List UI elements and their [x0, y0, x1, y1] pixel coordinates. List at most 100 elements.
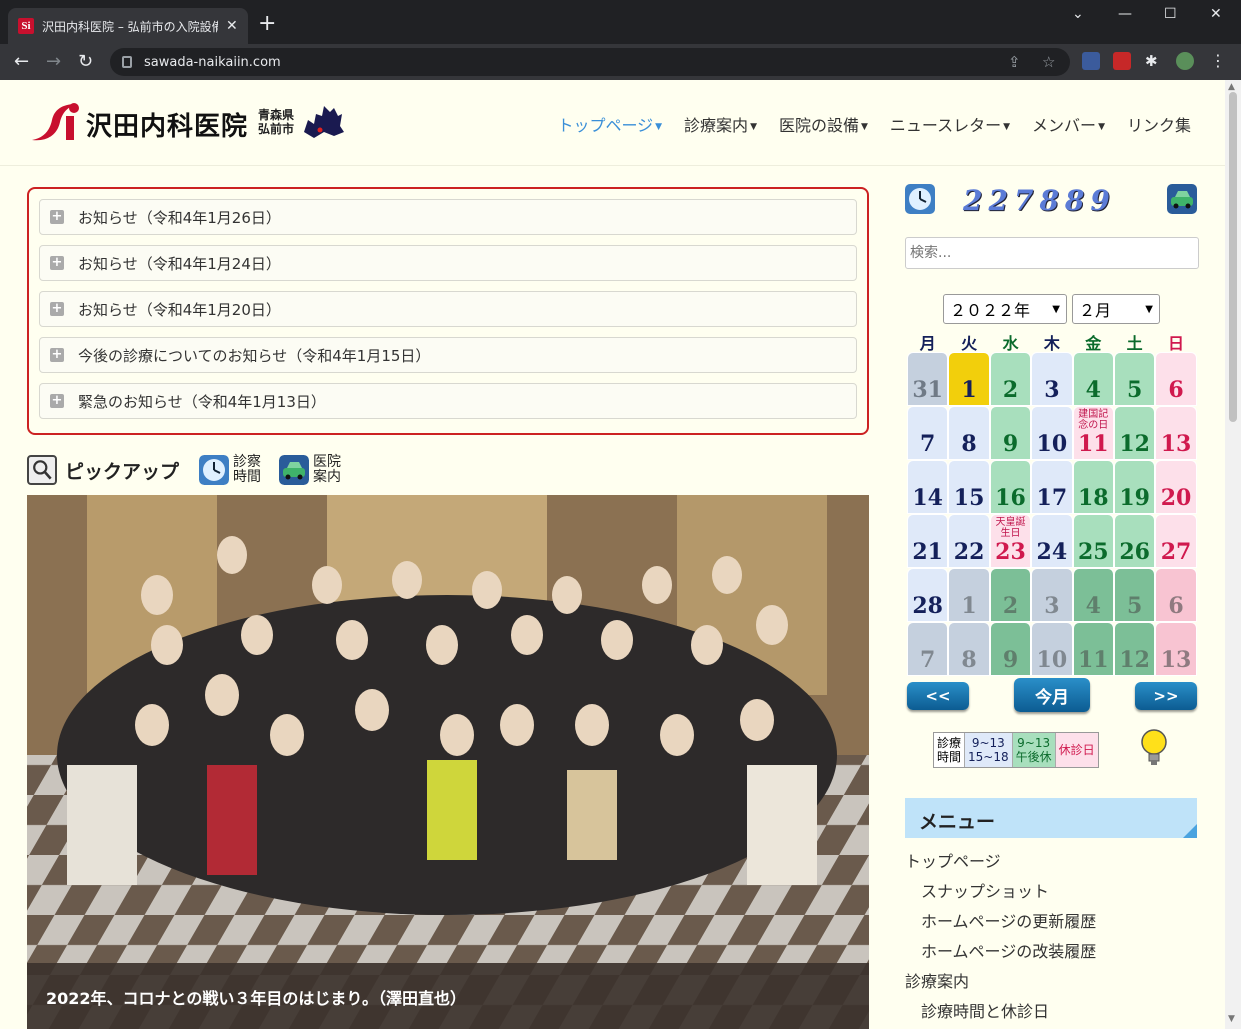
calendar-day[interactable]: 31: [907, 352, 949, 406]
calendar-day[interactable]: 12: [1113, 406, 1156, 460]
menu-item-renovation-history[interactable]: ホームページの改装履歴: [905, 940, 1197, 970]
calendar-day[interactable]: 21: [907, 514, 949, 568]
expand-plus-icon[interactable]: +: [50, 394, 64, 408]
scroll-up-icon[interactable]: ▲: [1228, 82, 1235, 92]
calendar-day[interactable]: 8: [948, 406, 990, 460]
calendar-day[interactable]: 天皇誕生日 23: [989, 514, 1032, 568]
car-icon[interactable]: [1167, 184, 1197, 214]
menu-kebab-icon[interactable]: ⋮: [1210, 52, 1228, 70]
calendar-day[interactable]: 5: [1113, 352, 1156, 406]
nav-newsletter[interactable]: ニュースレター ▼: [890, 112, 1010, 136]
calendar-day[interactable]: 19: [1113, 460, 1156, 514]
calendar-day[interactable]: 15: [948, 460, 990, 514]
forward-arrow-icon[interactable]: →: [46, 50, 61, 74]
pickup-guide-link[interactable]: 医院 案内: [313, 455, 341, 485]
expand-plus-icon[interactable]: +: [50, 210, 64, 224]
minimize-button[interactable]: —: [1118, 6, 1132, 22]
calendar-day[interactable]: 24: [1031, 514, 1073, 568]
nav-facilities[interactable]: 医院の設備 ▼: [779, 112, 868, 136]
notice-item[interactable]: + お知らせ（令和4年1月26日）: [39, 199, 857, 235]
calendar-day[interactable]: 6: [1155, 352, 1197, 406]
clock-icon[interactable]: [905, 184, 935, 214]
calendar-day[interactable]: 28: [907, 568, 949, 622]
calendar-day[interactable]: 27: [1155, 514, 1197, 568]
calendar-day[interactable]: 5: [1113, 568, 1156, 622]
page-scrollbar[interactable]: ▲ ▼: [1225, 80, 1241, 1029]
nav-links[interactable]: リンク集: [1127, 112, 1191, 136]
year-select[interactable]: ２０２２年 ▼: [943, 294, 1067, 324]
nav-services[interactable]: 診療案内 ▼: [684, 112, 757, 136]
car-icon[interactable]: [279, 455, 310, 485]
group-photo[interactable]: 2022年、コロナとの戦い３年目のはじまり。（澤田直也）: [27, 495, 869, 1029]
notice-item[interactable]: + 緊急のお知らせ（令和4年1月13日）: [39, 383, 857, 419]
calendar-day[interactable]: 1: [948, 352, 990, 406]
expand-plus-icon[interactable]: +: [50, 256, 64, 270]
menu-item-top-page[interactable]: トップページ: [905, 850, 1197, 880]
puzzle-extensions-icon[interactable]: ✱: [1145, 52, 1163, 70]
photo-caption[interactable]: 2022年、コロナとの戦い３年目のはじまり。（澤田直也）: [27, 963, 869, 1029]
calendar-day[interactable]: 2: [989, 568, 1032, 622]
tab-search-icon[interactable]: ⌄: [1072, 6, 1084, 22]
calendar-day[interactable]: 4: [1072, 568, 1114, 622]
address-bar[interactable]: sawada-naikaiin.com ⇪ ☆: [110, 48, 1070, 76]
prev-month-button[interactable]: <<: [907, 682, 969, 710]
close-tab-icon[interactable]: ✕: [226, 18, 238, 34]
calendar-day[interactable]: 26: [1113, 514, 1156, 568]
maximize-button[interactable]: ☐: [1164, 6, 1177, 22]
calendar-day[interactable]: 3: [1031, 568, 1073, 622]
calendar-day[interactable]: 12: [1113, 622, 1156, 676]
calendar-day[interactable]: 6: [1155, 568, 1197, 622]
calendar-day[interactable]: 8: [948, 622, 990, 676]
calendar-day[interactable]: 10: [1031, 406, 1073, 460]
expand-plus-icon[interactable]: +: [50, 348, 64, 362]
calendar-day[interactable]: 9: [989, 406, 1032, 460]
calendar-day[interactable]: 7: [907, 406, 949, 460]
scroll-down-icon[interactable]: ▼: [1228, 1014, 1235, 1024]
month-select[interactable]: ２月 ▼: [1072, 294, 1160, 324]
calendar-day[interactable]: 4: [1072, 352, 1114, 406]
pdf-extension-icon[interactable]: [1113, 52, 1131, 70]
notice-item[interactable]: + 今後の診療についてのお知らせ（令和4年1月15日）: [39, 337, 857, 373]
menu-item-services[interactable]: 診療案内: [905, 970, 1197, 1000]
clinic-logo-icon[interactable]: [30, 100, 82, 144]
calendar-day[interactable]: 13: [1155, 406, 1197, 460]
calendar-day[interactable]: 13: [1155, 622, 1197, 676]
logo-text[interactable]: 沢田内科医院: [86, 106, 248, 143]
calendar-day[interactable]: 18: [1072, 460, 1114, 514]
calendar-day[interactable]: 3: [1031, 352, 1073, 406]
scroll-thumb[interactable]: [1229, 92, 1237, 422]
search-input[interactable]: [905, 237, 1199, 269]
clock-icon[interactable]: [199, 455, 230, 485]
calendar-day[interactable]: 建国記念の日 11: [1072, 406, 1114, 460]
calendar-day[interactable]: 10: [1031, 622, 1073, 676]
calendar-day[interactable]: 14: [907, 460, 949, 514]
close-window-button[interactable]: ✕: [1210, 6, 1222, 22]
notice-item[interactable]: + お知らせ（令和4年1月24日）: [39, 245, 857, 281]
calendar-day[interactable]: 2: [989, 352, 1032, 406]
profile-avatar[interactable]: [1176, 52, 1194, 70]
calendar-day[interactable]: 7: [907, 622, 949, 676]
calendar-day[interactable]: 9: [989, 622, 1032, 676]
extension-icon[interactable]: [1082, 52, 1100, 70]
lightbulb-icon[interactable]: [1138, 728, 1170, 768]
calendar-day[interactable]: 17: [1031, 460, 1073, 514]
bookmark-star-icon[interactable]: ☆: [1042, 53, 1055, 71]
new-tab-button[interactable]: +: [258, 12, 276, 36]
calendar-day[interactable]: 20: [1155, 460, 1197, 514]
nav-top-page[interactable]: トップページ ▼: [557, 112, 662, 136]
expand-plus-icon[interactable]: +: [50, 302, 64, 316]
notice-item[interactable]: + お知らせ（令和4年1月20日）: [39, 291, 857, 327]
calendar-day[interactable]: 16: [989, 460, 1032, 514]
next-month-button[interactable]: >>: [1135, 682, 1197, 710]
current-month-button[interactable]: 今月: [1014, 678, 1090, 712]
share-icon[interactable]: ⇪: [1008, 53, 1021, 71]
menu-item-snapshot[interactable]: スナップショット: [905, 880, 1197, 910]
browser-tab[interactable]: Si 沢田内科医院 – 弘前市の入院設備 ✕: [8, 8, 248, 44]
calendar-day[interactable]: 22: [948, 514, 990, 568]
menu-item-update-history[interactable]: ホームページの更新履歴: [905, 910, 1197, 940]
calendar-day[interactable]: 1: [948, 568, 990, 622]
reload-icon[interactable]: ↻: [78, 50, 93, 74]
menu-item-hours-holidays[interactable]: 診療時間と休診日: [905, 1000, 1197, 1029]
calendar-day[interactable]: 11: [1072, 622, 1114, 676]
back-arrow-icon[interactable]: ←: [14, 50, 29, 74]
